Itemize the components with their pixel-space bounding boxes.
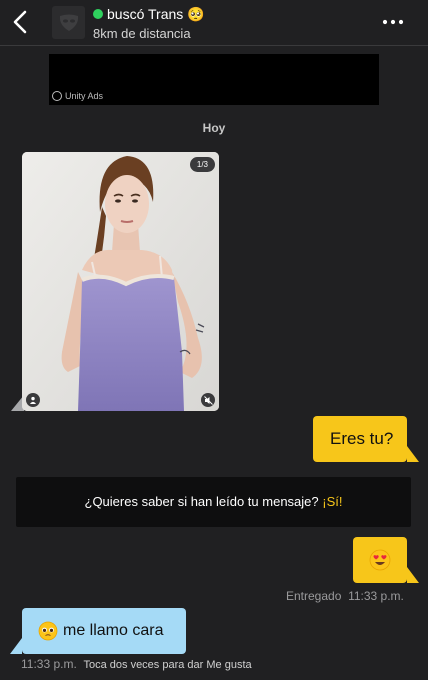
delivery-time: 11:33 p.m. xyxy=(348,589,404,603)
photo-message[interactable]: 1/3 xyxy=(22,152,219,411)
message-text: Eres tu? xyxy=(330,429,394,448)
grindr-mask-icon xyxy=(59,14,78,31)
outgoing-message[interactable]: Eres tu? xyxy=(313,416,407,462)
online-status-icon xyxy=(93,9,103,19)
read-receipts-cta[interactable]: ¡Sí! xyxy=(322,494,342,509)
photo-counter: 1/3 xyxy=(189,157,215,172)
heart-eyes-emoji-icon xyxy=(369,549,391,571)
profile-name[interactable]: buscó Trans 🥺 xyxy=(107,6,205,23)
pleading-face-emoji-icon xyxy=(38,621,58,641)
ad-brand: Unity Ads xyxy=(52,91,103,101)
message-text: me llamo cara xyxy=(63,622,164,639)
photo-profile-button[interactable] xyxy=(26,393,40,407)
avatar[interactable] xyxy=(52,6,85,39)
more-dots-icon xyxy=(382,19,404,25)
profile-photo xyxy=(22,152,219,411)
more-options-button[interactable] xyxy=(380,12,406,32)
delivery-status: Entregado 11:33 p.m. xyxy=(286,589,404,603)
outgoing-bubble-tail xyxy=(407,446,419,462)
read-receipts-question: ¿Quieres saber si han leído tu mensaje? xyxy=(84,494,319,509)
photo-mute-button[interactable] xyxy=(201,393,215,407)
read-receipts-banner[interactable]: ¿Quieres saber si han leído tu mensaje? … xyxy=(16,477,411,527)
ad-banner[interactable]: Unity Ads xyxy=(49,54,379,105)
ad-brand-label: Unity Ads xyxy=(65,91,104,101)
person-icon xyxy=(30,396,36,404)
distance-label: 8km de distancia xyxy=(93,26,191,41)
outgoing-emoji-message[interactable] xyxy=(353,537,407,583)
unity-logo-icon xyxy=(52,91,62,101)
incoming-bubble-tail xyxy=(10,638,22,654)
chat-header: buscó Trans 🥺 8km de distancia xyxy=(0,0,428,46)
delivery-status-label: Entregado xyxy=(286,589,342,603)
back-button[interactable] xyxy=(8,6,34,38)
mute-icon xyxy=(203,395,213,405)
incoming-message[interactable]: me llamo cara xyxy=(22,608,186,654)
outgoing-bubble-tail xyxy=(407,567,419,583)
day-separator: Hoy xyxy=(202,121,226,135)
received-time: 11:33 p.m. xyxy=(21,657,77,671)
chevron-left-icon xyxy=(13,10,27,34)
double-tap-hint: Toca dos veces para dar Me gusta xyxy=(83,659,252,671)
received-meta: 11:33 p.m. Toca dos veces para dar Me gu… xyxy=(21,657,252,671)
